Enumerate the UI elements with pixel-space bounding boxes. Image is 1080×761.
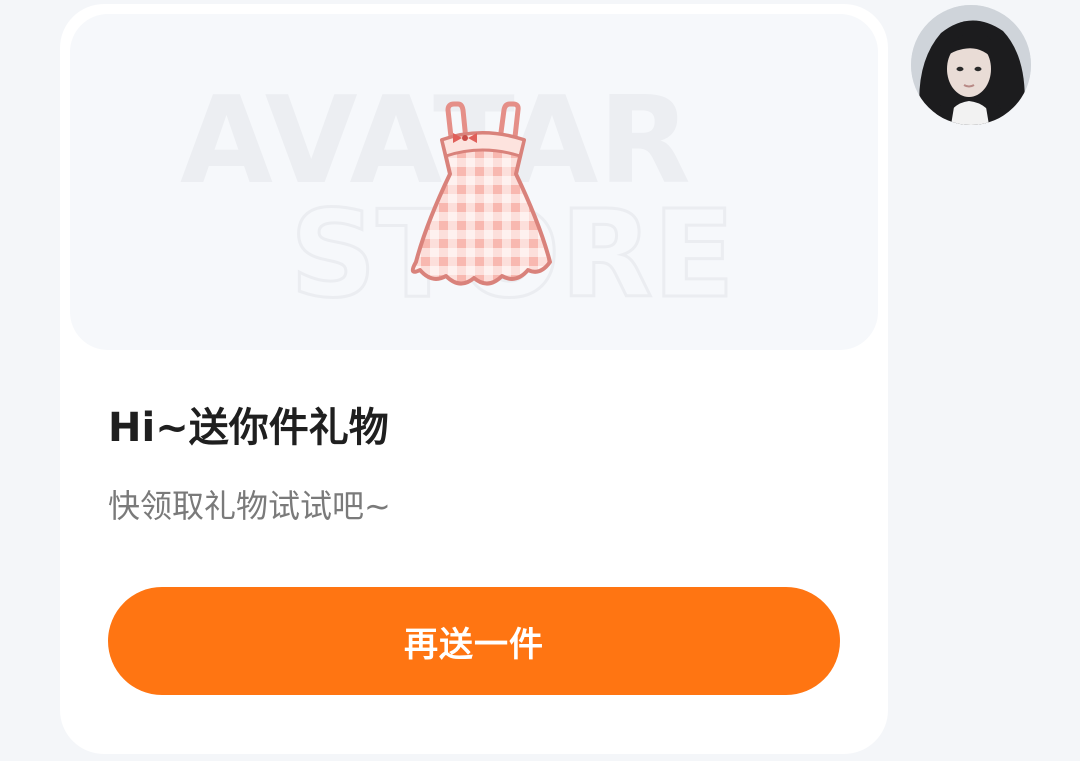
gift-subtitle: 快领取礼物试试吧~	[108, 487, 391, 525]
sender-avatar[interactable]	[911, 5, 1031, 125]
send-another-button[interactable]: 再送一件	[108, 587, 840, 695]
chat-stage: AVATAR STORE	[0, 0, 1080, 761]
gift-title: Hi~送你件礼物	[108, 405, 389, 451]
gift-message-card[interactable]: AVATAR STORE	[60, 4, 888, 754]
gift-item-banner: AVATAR STORE	[70, 14, 878, 350]
banner-artwork: AVATAR STORE	[180, 72, 736, 327]
user-avatar-photo-icon	[911, 5, 1031, 125]
